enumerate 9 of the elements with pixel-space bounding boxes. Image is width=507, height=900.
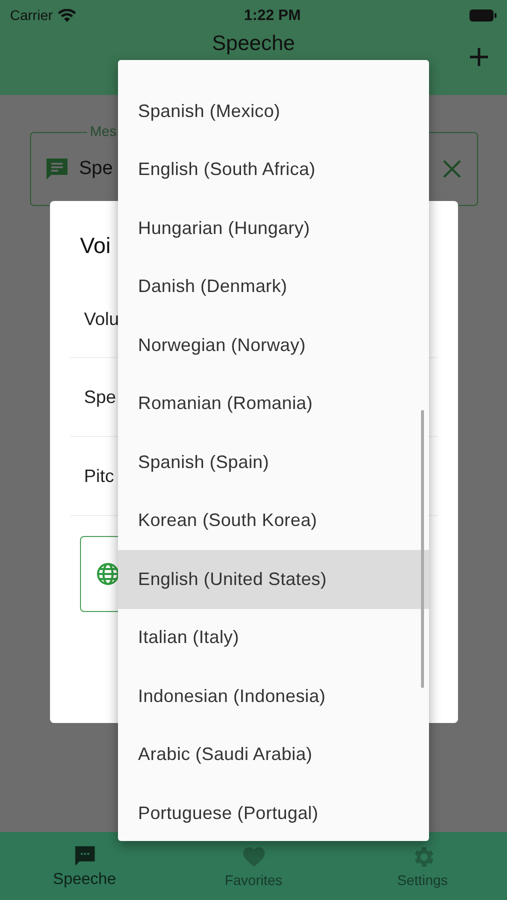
field-label: Mes — [87, 123, 120, 139]
dialog-title: Voi — [80, 233, 112, 259]
setting-label: Pitc — [84, 466, 114, 486]
setting-label: Volu — [84, 308, 120, 330]
setting-label: Spe — [84, 386, 116, 408]
carrier-label: Carrier — [10, 7, 53, 23]
message-text: Spe — [79, 158, 113, 180]
status-time: 1:22 PM — [244, 6, 301, 24]
app-title: Speeche — [212, 32, 295, 56]
